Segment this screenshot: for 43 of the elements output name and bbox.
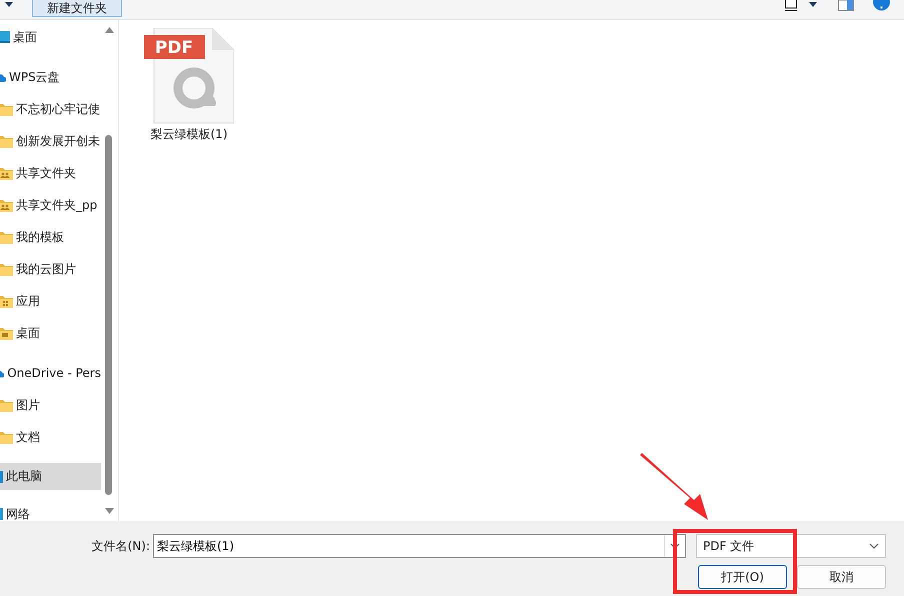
sidebar-item[interactable]: 桌面: [0, 317, 101, 349]
caret-icon: [808, 2, 818, 8]
chevron-icon: [869, 543, 879, 549]
sidebar-item[interactable]: 应用: [0, 285, 101, 317]
file-name-field[interactable]: 梨云绿模板(1): [153, 534, 686, 558]
file-type-dropdown[interactable]: PDF 文件: [696, 534, 886, 558]
view-icon[interactable]: [785, 0, 797, 11]
sidebar-item[interactable]: 我的模板: [0, 221, 101, 253]
sidebar-item[interactable]: 共享文件夹: [0, 157, 101, 189]
help-icon[interactable]: [873, 0, 890, 11]
shared-folder-icon: [0, 166, 13, 180]
sidebar-item[interactable]: WPS云盘: [0, 61, 101, 93]
folder-icon: [0, 430, 13, 444]
folder-icon: [0, 230, 13, 244]
scroll-thumb[interactable]: [105, 135, 112, 495]
folder-icon: [0, 262, 13, 276]
sidebar-item[interactable]: 此电脑: [0, 463, 101, 490]
sidebar-item[interactable]: 文档: [0, 421, 101, 453]
folder-icon: [0, 398, 13, 412]
file-name: 梨云绿模板(1): [150, 126, 228, 143]
sidebar-item[interactable]: 不忘初心牢记使: [0, 93, 101, 125]
cancel-button[interactable]: 取消: [797, 565, 886, 589]
folder-icon: [0, 102, 13, 116]
shared-folder-icon: [0, 198, 13, 212]
sidebar-item[interactable]: 我的云图片: [0, 253, 101, 285]
sidebar-item[interactable]: OneDrive - Pers: [0, 357, 101, 389]
desktop-folder-icon: [0, 326, 13, 340]
scroll-up-icon[interactable]: [105, 27, 114, 33]
folder-icon: [0, 134, 13, 148]
sidebar-item[interactable]: 创新发展开创未: [0, 125, 101, 157]
file-name-input[interactable]: 梨云绿模板(1): [154, 539, 664, 553]
file-name-label: 文件名(N):: [90, 538, 151, 554]
scroll-down-icon[interactable]: [105, 508, 114, 514]
file-item[interactable]: PDF 梨云绿模板(1): [144, 28, 234, 143]
app-folder-icon: [0, 294, 13, 308]
preview-pane-icon[interactable]: [838, 0, 854, 11]
sidebar-item[interactable]: 网络: [0, 498, 101, 521]
open-button[interactable]: 打开(O): [698, 565, 787, 589]
new-folder-button[interactable]: 新建文件夹: [32, 0, 122, 17]
caret-icon: [4, 2, 14, 8]
sidebar-item[interactable]: 图片: [0, 389, 101, 421]
sidebar-item[interactable]: 桌面: [0, 21, 101, 53]
sidebar-item[interactable]: 共享文件夹_pp: [0, 189, 101, 221]
